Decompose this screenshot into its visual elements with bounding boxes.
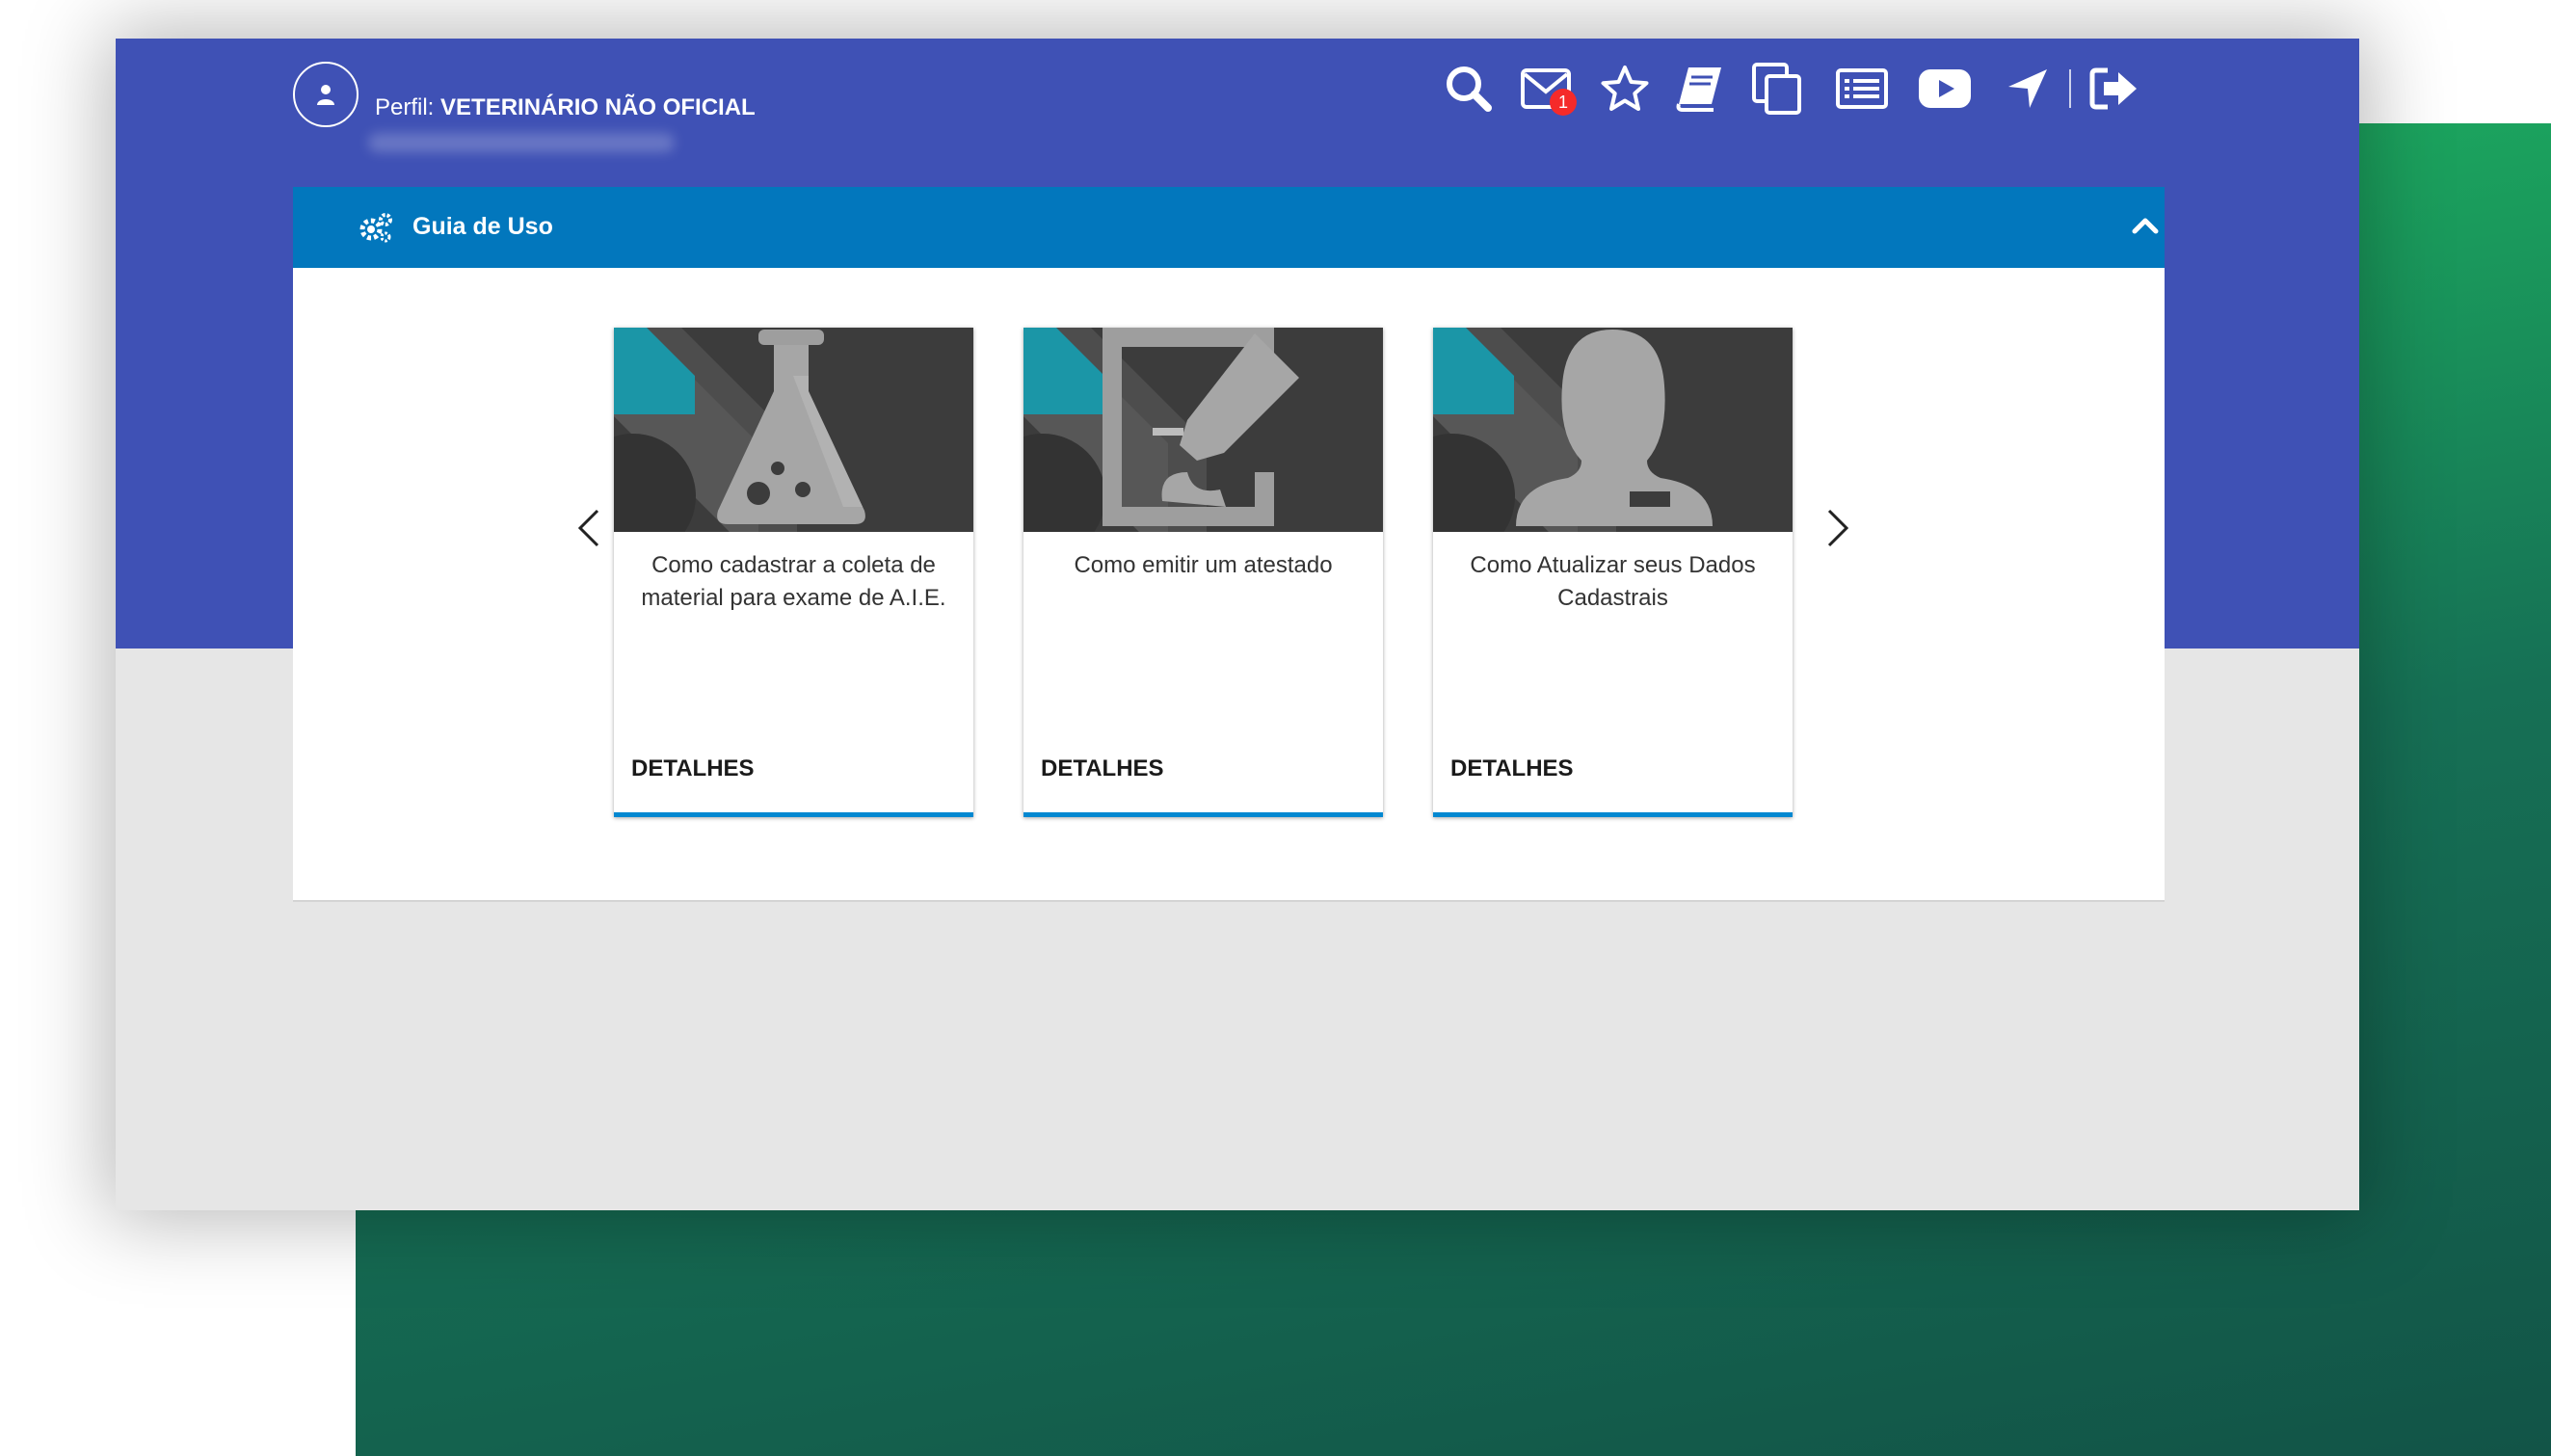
guide-card[interactable]: Como Atualizar seus Dados Cadastrais DET… bbox=[1433, 328, 1793, 817]
messages-button[interactable]: 1 bbox=[1517, 60, 1577, 118]
card-banner bbox=[1433, 328, 1793, 532]
videos-button[interactable] bbox=[1916, 60, 1974, 118]
toolbar-divider bbox=[2069, 69, 2071, 108]
carousel-next-button[interactable] bbox=[1820, 499, 1858, 557]
location-button[interactable] bbox=[1999, 60, 2057, 118]
logout-button[interactable] bbox=[2086, 60, 2143, 118]
list-button[interactable] bbox=[1833, 60, 1891, 118]
guide-carousel: Como cadastrar a coleta de material para… bbox=[293, 268, 2165, 900]
card-details-link[interactable]: DETALHES bbox=[1041, 755, 1164, 782]
guide-panel-title: Guia de Uso bbox=[412, 213, 553, 240]
card-title: Como Atualizar seus Dados Cadastrais bbox=[1470, 552, 1756, 611]
app-window: Perfil: VETERINÁRIO NÃO OFICIAL 1 Guia d… bbox=[116, 39, 2359, 1210]
card-image bbox=[1433, 328, 1793, 532]
card-image bbox=[614, 328, 973, 532]
guide-panel: Guia de Uso Como cadastrar a coleta de m… bbox=[293, 187, 2165, 902]
guide-card[interactable]: Como cadastrar a coleta de material para… bbox=[614, 328, 973, 817]
notification-badge: 1 bbox=[1550, 89, 1577, 116]
documents-button[interactable] bbox=[1748, 60, 1806, 118]
stage: Perfil: VETERINÁRIO NÃO OFICIAL 1 Guia d… bbox=[0, 0, 2551, 1456]
card-title: Como cadastrar a coleta de material para… bbox=[641, 552, 946, 611]
guide-card[interactable]: Como emitir um atestado DETALHES bbox=[1023, 328, 1383, 817]
copy-icon bbox=[1752, 63, 1801, 115]
chevron-up-icon[interactable] bbox=[2130, 210, 2161, 241]
card-banner bbox=[614, 328, 973, 532]
star-icon bbox=[1601, 66, 1649, 111]
card-details-link[interactable]: DETALHES bbox=[1450, 755, 1574, 782]
list-icon bbox=[1836, 68, 1888, 109]
gears-icon bbox=[359, 213, 392, 243]
guide-panel-header[interactable]: Guia de Uso bbox=[293, 187, 2165, 268]
card-banner bbox=[1023, 328, 1383, 532]
book-icon bbox=[1676, 67, 1721, 112]
logout-icon bbox=[2089, 67, 2137, 110]
search-icon bbox=[1447, 66, 1492, 112]
manual-button[interactable] bbox=[1671, 60, 1729, 118]
card-title: Como emitir um atestado bbox=[1074, 552, 1333, 578]
toolbar: 1 bbox=[116, 39, 2359, 145]
card-image bbox=[1023, 328, 1383, 532]
search-button[interactable] bbox=[1440, 60, 1498, 118]
card-details-link[interactable]: DETALHES bbox=[631, 755, 755, 782]
carousel-prev-button[interactable] bbox=[569, 499, 607, 557]
youtube-icon bbox=[1919, 69, 1971, 108]
location-arrow-icon bbox=[2008, 69, 2047, 108]
favorites-button[interactable] bbox=[1596, 60, 1654, 118]
